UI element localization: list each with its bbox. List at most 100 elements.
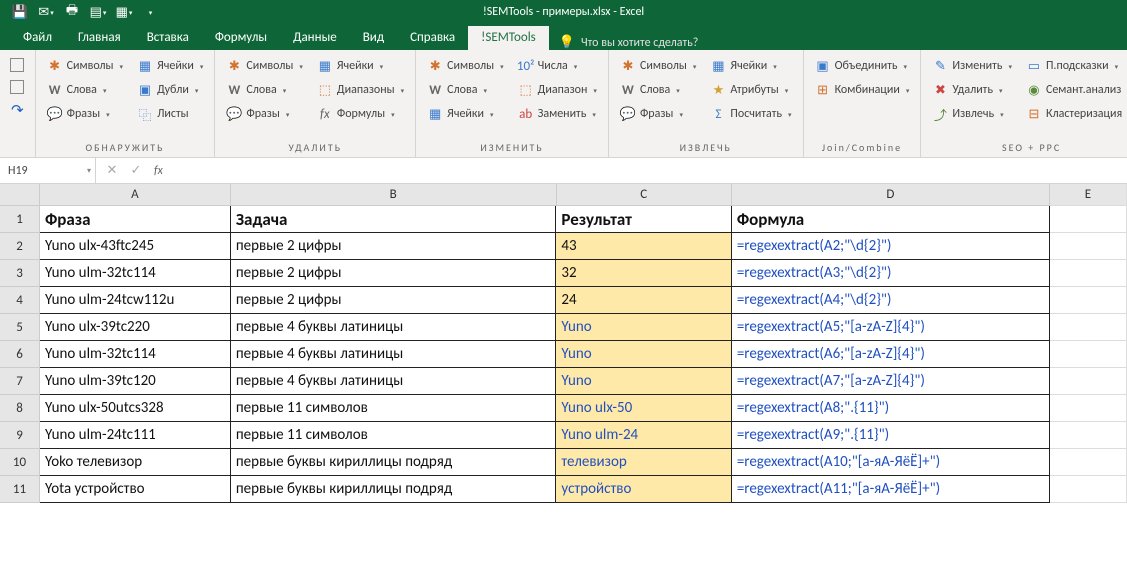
tab-data[interactable]: Данные [280,26,350,50]
tab-help[interactable]: Справка [397,26,468,50]
join-combinations[interactable]: ⊞Комбинации▾ [810,78,915,102]
cell[interactable]: телевизор [556,449,731,476]
cell[interactable] [1050,422,1127,449]
cell[interactable]: =regexextract(A5;"[a-zA-Z]{4}") [732,314,1050,341]
tab-formulas[interactable]: Формулы [202,26,280,50]
cell[interactable] [1050,260,1127,287]
extract-cells[interactable]: ▦Ячейки▾ [705,54,796,78]
row-header[interactable]: 6 [0,341,40,368]
change-words[interactable]: WСлова▾ [422,78,508,102]
filter-icon[interactable]: ▦▾ [112,2,136,22]
save-icon[interactable]: 💾 [8,2,32,22]
checkbox-2[interactable] [10,80,24,94]
cell[interactable] [1050,368,1127,395]
cell[interactable]: =regexextract(A9;".{11}") [732,422,1050,449]
detect-sheets[interactable]: ⿻Листы [132,102,208,126]
cell[interactable] [1050,314,1127,341]
detect-cells[interactable]: ▦Ячейки▾ [132,54,208,78]
cell[interactable]: первые 2 цифры [231,287,557,314]
cell[interactable] [1050,449,1127,476]
undo-button[interactable]: ↶ [6,98,29,122]
row-header[interactable]: 2 [0,233,40,260]
row-header[interactable]: 1 [0,206,40,233]
checkbox-1[interactable] [10,58,24,72]
detect-symbols[interactable]: ✱Символы▾ [42,54,128,78]
quickprint-icon[interactable]: 🖶 [60,2,84,22]
cell[interactable]: =regexextract(A3;"\d{2}") [732,260,1050,287]
fx-icon[interactable]: fx [148,164,169,178]
delete-phrases[interactable]: 💬Фразы▾ [221,102,307,126]
cell[interactable]: Yuno ulm-39tc120 [40,368,231,395]
tell-me-search[interactable]: 💡Что вы хотите сделать? [549,35,709,50]
enter-formula-icon[interactable]: ✓ [124,161,148,181]
cell[interactable]: =regexextract(A8;".{11}") [732,395,1050,422]
cell[interactable]: =regexextract(A7;"[a-zA-Z]{4}") [732,368,1050,395]
mail-icon[interactable]: ✉▾ [34,2,58,22]
cell[interactable]: Yoko телевизор [40,449,231,476]
extract-symbols[interactable]: ✱Символы▾ [615,54,701,78]
cell[interactable]: первые 4 буквы латиницы [231,368,557,395]
cell[interactable] [1050,233,1127,260]
cell[interactable]: первые 4 буквы латиницы [231,314,557,341]
cell[interactable] [1050,287,1127,314]
cell[interactable]: Результат [556,206,731,233]
cell[interactable]: Yuno ulx-43ftc245 [40,233,231,260]
cell[interactable]: Задача [231,206,557,233]
tab-file[interactable]: Файл [10,26,65,50]
cell[interactable]: Yuno ulx-39tc220 [40,314,231,341]
cell[interactable]: первые 11 символов [231,395,557,422]
tab-semtools[interactable]: !SEMTools [468,26,549,50]
cell[interactable]: Yuno ulm-24tcw112u [40,287,231,314]
row-header[interactable]: 3 [0,260,40,287]
cell[interactable]: Yuno ulm-24 [556,422,731,449]
change-range[interactable]: ⬚Диапазон▾ [513,78,602,102]
tab-view[interactable]: Вид [350,26,397,50]
col-header[interactable]: A [40,184,231,206]
delete-symbols[interactable]: ✱Символы▾ [221,54,307,78]
cell[interactable]: первые 2 цифры [231,260,557,287]
cell[interactable] [1050,395,1127,422]
row-header[interactable]: 11 [0,476,40,503]
cell[interactable]: Yuno ulx-50 [556,395,731,422]
join-merge[interactable]: ▣Объединить▾ [810,54,915,78]
row-header[interactable]: 10 [0,449,40,476]
qat-customize-icon[interactable]: ▾ [138,2,162,22]
col-header[interactable]: E [1050,184,1127,206]
extract-words[interactable]: WСлова▾ [615,78,701,102]
col-header[interactable]: B [231,184,557,206]
cell[interactable]: 43 [556,233,731,260]
cell[interactable] [1050,206,1127,233]
cell[interactable]: первые 2 цифры [231,233,557,260]
cell[interactable]: первые буквы кириллицы подряд [231,449,557,476]
cancel-formula-icon[interactable]: ✕ [100,161,124,181]
cell[interactable]: Yota устройство [40,476,231,503]
delete-button[interactable]: ✖Удалить▾ [927,78,1017,102]
cell[interactable]: Формула [732,206,1050,233]
cell[interactable]: устройство [556,476,731,503]
cell[interactable]: =regexextract(A4;"\d{2}") [732,287,1050,314]
cell[interactable] [1050,476,1127,503]
extract-count[interactable]: ΣПосчитать▾ [705,102,796,126]
extract-phrases[interactable]: 💬Фразы▾ [615,102,701,126]
select-all-corner[interactable] [0,184,40,206]
extract-button[interactable]: ⤴Извлечь▾ [927,102,1017,126]
detect-duplicates[interactable]: ▣Дубли▾ [132,78,208,102]
seo-hints[interactable]: ▭П.подсказки▾ [1021,54,1127,78]
cell[interactable]: Yuno [556,341,731,368]
cell[interactable]: Yuno ulm-24tc111 [40,422,231,449]
tab-insert[interactable]: Вставка [134,26,202,50]
delete-words[interactable]: WСлова▾ [221,78,307,102]
delete-formulas[interactable]: fxФормулы▾ [312,102,409,126]
cell[interactable]: Yuno ulx-50utcs328 [40,395,231,422]
cell[interactable]: Yuno [556,314,731,341]
row-header[interactable]: 8 [0,395,40,422]
seo-cluster[interactable]: ⊟Кластеризация [1021,102,1127,126]
cell[interactable]: первые 4 буквы латиницы [231,341,557,368]
row-header[interactable]: 5 [0,314,40,341]
detect-words[interactable]: WСлова▾ [42,78,128,102]
col-header[interactable]: D [732,184,1050,206]
formula-input[interactable] [173,158,1127,183]
row-header[interactable]: 4 [0,287,40,314]
cell[interactable]: Yuno ulm-32tc114 [40,341,231,368]
delete-cells[interactable]: ▦Ячейки▾ [312,54,409,78]
